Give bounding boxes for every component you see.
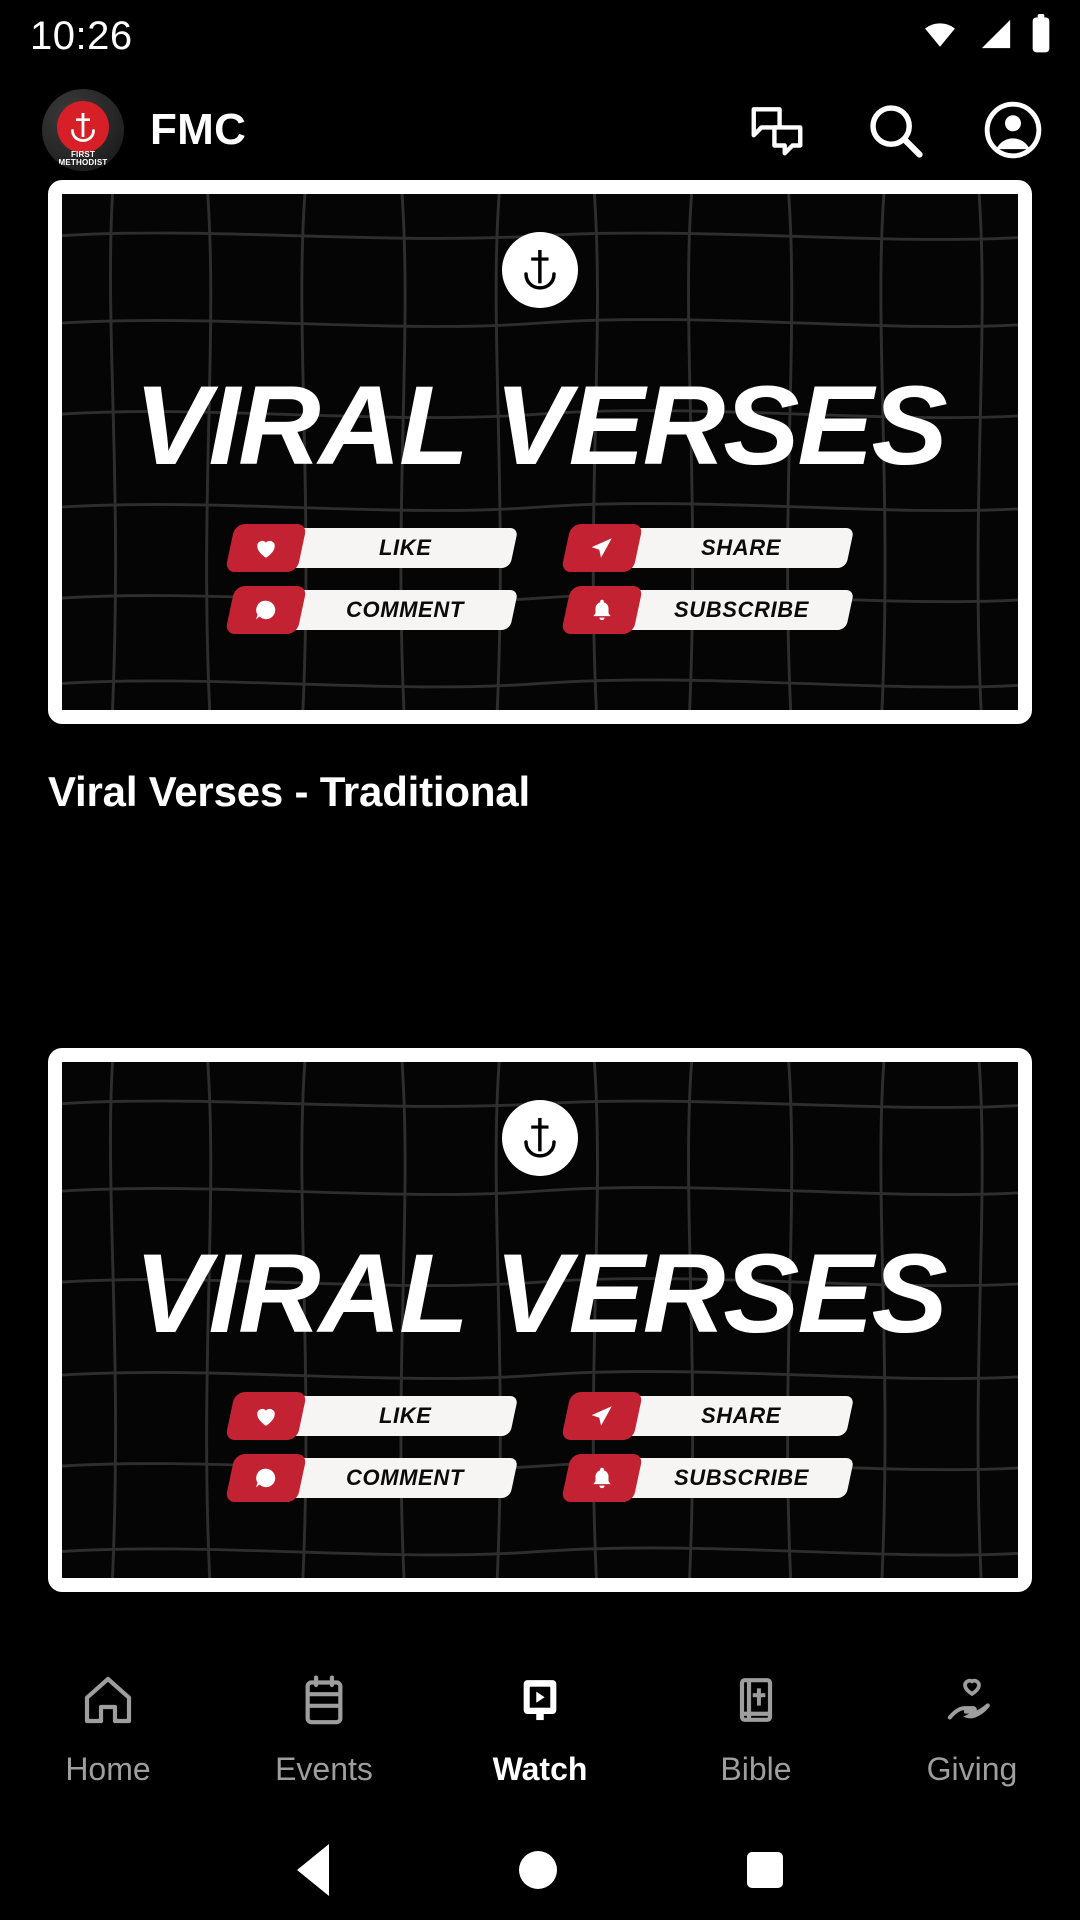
anchor-cross-icon (502, 1100, 578, 1176)
anchor-cross-icon (57, 101, 109, 153)
triangle-back-icon[interactable] (297, 1844, 329, 1896)
share-button[interactable]: SHARE (560, 524, 855, 572)
church-logo[interactable]: FIRST METHODIST (42, 89, 124, 171)
video-player-icon (512, 1672, 568, 1733)
subscribe-label-pill: SUBSCRIBE (627, 590, 855, 630)
send-icon (560, 1392, 644, 1440)
comment-label-pill: COMMENT (291, 1458, 519, 1498)
subscribe-label-pill: SUBSCRIBE (627, 1458, 855, 1498)
thumbnail-headline: VIRAL VERSES (134, 363, 947, 488)
hand-heart-icon (944, 1672, 1000, 1733)
system-navigation-bar (0, 1820, 1080, 1920)
nav-label-events: Events (275, 1751, 373, 1787)
nav-item-home[interactable]: Home (0, 1672, 216, 1788)
comment-label-pill: COMMENT (291, 590, 519, 630)
nav-item-giving[interactable]: Giving (864, 1672, 1080, 1788)
heart-icon (224, 524, 308, 572)
status-icons (918, 13, 1052, 59)
social-button-grid: LIKE SHARE COMMENT SUBSCRIBE (62, 1392, 1018, 1502)
square-recents-icon[interactable] (747, 1852, 783, 1888)
video-thumbnail[interactable]: VIRAL VERSES LIKE SHARE COMMENT SUBSCRIB… (48, 1048, 1032, 1592)
video-title: Viral Verses - Traditional (48, 768, 530, 815)
wifi-icon (918, 17, 962, 56)
nav-label-giving: Giving (926, 1751, 1018, 1787)
home-icon (80, 1672, 136, 1733)
status-bar: 10:26 (0, 0, 1080, 72)
social-button-grid: LIKE SHARE COMMENT SUBSCRIBE (62, 524, 1018, 634)
share-button[interactable]: SHARE (560, 1392, 855, 1440)
app-title: FMC (150, 105, 247, 154)
video-card[interactable]: VIRAL VERSES LIKE SHARE COMMENT SUBSCRIB… (0, 180, 1080, 816)
comment-button[interactable]: COMMENT (224, 1454, 519, 1502)
thumbnail-headline: VIRAL VERSES (134, 1231, 947, 1356)
nav-item-bible[interactable]: Bible (648, 1672, 864, 1788)
logo-caption: FIRST METHODIST (58, 150, 108, 167)
bell-icon (560, 1454, 644, 1502)
comment-button[interactable]: COMMENT (224, 586, 519, 634)
heart-icon (224, 1392, 308, 1440)
like-button[interactable]: LIKE (224, 524, 519, 572)
share-label-pill: SHARE (627, 528, 855, 568)
circle-home-icon[interactable] (519, 1851, 557, 1889)
nav-item-watch[interactable]: Watch (432, 1672, 648, 1788)
chat-icon[interactable] (746, 99, 808, 161)
status-clock: 10:26 (30, 13, 133, 58)
subscribe-button[interactable]: SUBSCRIBE (560, 586, 855, 634)
subscribe-button[interactable]: SUBSCRIBE (560, 1454, 855, 1502)
calendar-icon (296, 1672, 352, 1733)
app-header: FIRST METHODIST FMC (0, 80, 1080, 180)
video-thumbnail[interactable]: VIRAL VERSES LIKE SHARE COMMENT SUBSCRIB… (48, 180, 1032, 724)
nav-label-home: Home (65, 1751, 151, 1787)
anchor-cross-icon (502, 232, 578, 308)
nav-item-events[interactable]: Events (216, 1672, 432, 1788)
search-icon[interactable] (864, 99, 926, 161)
bottom-navigation: Home Events Watch Bible Giving (0, 1640, 1080, 1820)
cellular-signal-icon (976, 17, 1016, 56)
video-card[interactable]: VIRAL VERSES LIKE SHARE COMMENT SUBSCRIB… (0, 1048, 1080, 1592)
share-label-pill: SHARE (627, 1396, 855, 1436)
app-bar-actions (746, 99, 1044, 161)
nav-label-watch: Watch (492, 1751, 588, 1787)
video-feed[interactable]: VIRAL VERSES LIKE SHARE COMMENT SUBSCRIB… (0, 180, 1080, 1620)
like-label-pill: LIKE (291, 1396, 519, 1436)
like-button[interactable]: LIKE (224, 1392, 519, 1440)
account-icon[interactable] (982, 99, 1044, 161)
comment-icon (224, 1454, 308, 1502)
bell-icon (560, 586, 644, 634)
battery-icon (1030, 13, 1052, 59)
nav-label-bible: Bible (720, 1751, 792, 1787)
send-icon (560, 524, 644, 572)
bible-book-icon (728, 1672, 784, 1733)
comment-icon (224, 586, 308, 634)
like-label-pill: LIKE (291, 528, 519, 568)
